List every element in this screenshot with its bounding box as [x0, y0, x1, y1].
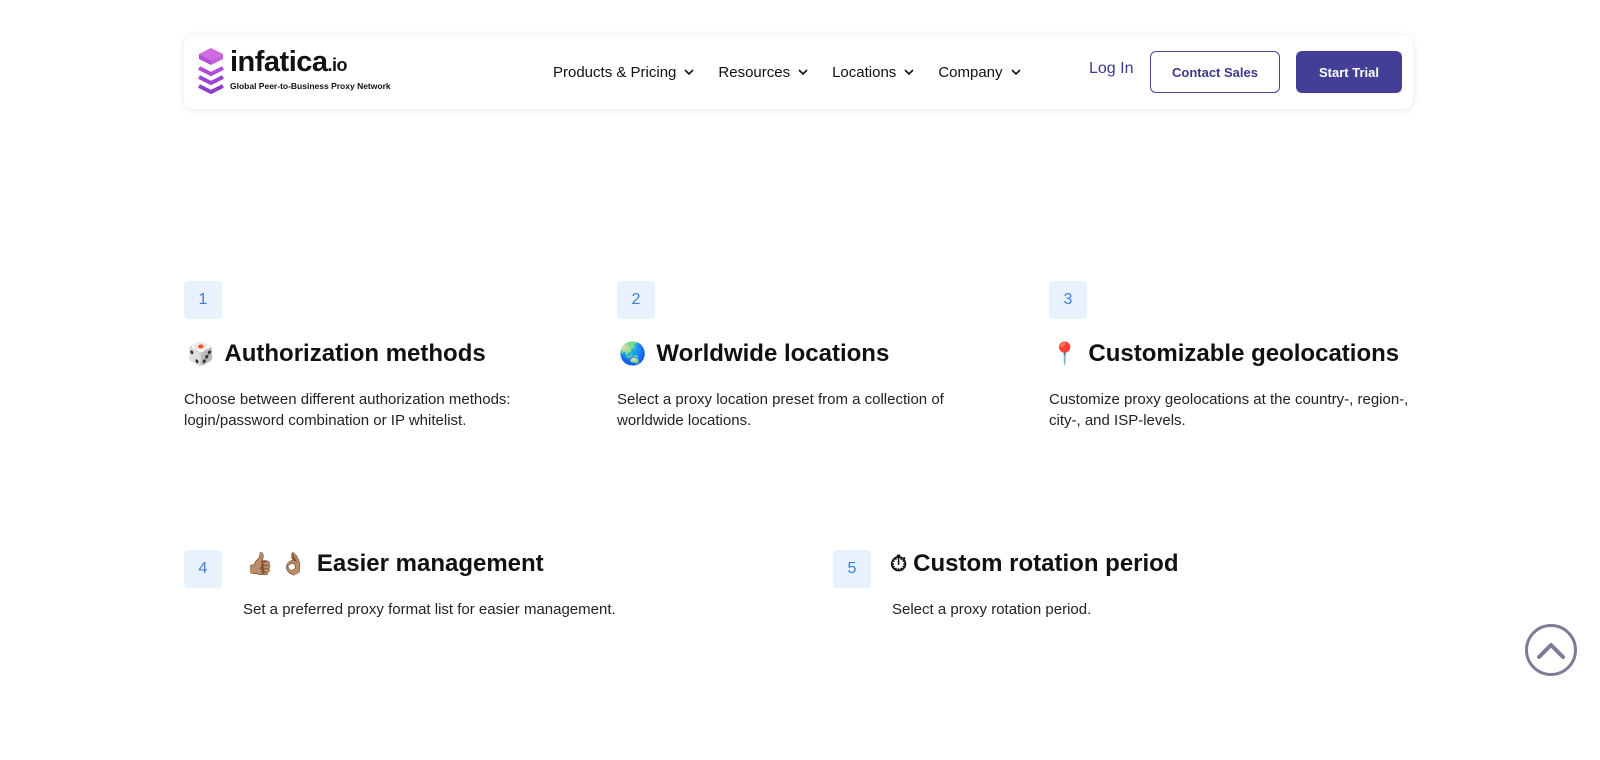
brand-logo[interactable]: infatica.io Global Peer-to-Business Prox… [198, 47, 391, 97]
nav-item-label: Products & Pricing [553, 63, 677, 81]
top-navbar: infatica.io Global Peer-to-Business Prox… [184, 35, 1413, 109]
logo-stack-icon [198, 48, 224, 94]
feature-description: Select a proxy location preset from a co… [617, 391, 944, 429]
brand-tld: .io [327, 55, 348, 75]
feature-description: Customize proxy geolocations at the coun… [1049, 391, 1409, 429]
chevron-down-icon [684, 69, 694, 76]
contact-sales-button[interactable]: Contact Sales [1150, 51, 1280, 93]
step-number-badge: 5 [833, 550, 871, 588]
feature-title-authorization: 🎲 Authorization methods [187, 340, 486, 368]
nav-item-label: Resources [718, 63, 791, 81]
nav-item-label: Locations [832, 63, 897, 81]
login-link[interactable]: Log In [1089, 60, 1133, 78]
nav-item-products-pricing[interactable]: Products & Pricing [553, 64, 694, 81]
step-number-badge: 4 [184, 550, 222, 588]
thumbs-up-ok-icon: 👍🏽 👌🏽 [246, 551, 307, 576]
feature-description: Set a preferred proxy format list for ea… [243, 601, 616, 618]
feature-title-worldwide: 🌏 Worldwide locations [619, 340, 889, 368]
step-number-badge: 3 [1049, 281, 1087, 319]
pin-icon: 📍 [1051, 341, 1079, 366]
feature-title-text: Custom rotation period [913, 550, 1179, 577]
chevron-up-icon [1537, 643, 1565, 659]
nav-item-locations[interactable]: Locations [832, 64, 914, 81]
feature-title-geolocations: 📍 Customizable geolocations [1051, 340, 1399, 368]
feature-title-management: 👍🏽 👌🏽 Easier management [246, 550, 544, 578]
start-trial-button[interactable]: Start Trial [1296, 51, 1402, 93]
nav-item-label: Company [938, 63, 1003, 81]
feature-title-text: Authorization methods [224, 340, 486, 367]
main-nav: Products & Pricing Resources Locations C… [553, 35, 1045, 109]
nav-item-resources[interactable]: Resources [718, 64, 808, 81]
scroll-to-top-button[interactable] [1525, 624, 1577, 676]
dice-icon: 🎲 [187, 341, 215, 366]
feature-title-text: Worldwide locations [656, 340, 890, 367]
step-number-badge: 1 [184, 281, 222, 319]
brand-tagline: Global Peer-to-Business Proxy Network [230, 81, 391, 91]
chevron-down-icon [904, 69, 914, 76]
globe-icon: 🌏 [619, 341, 647, 366]
feature-description: Choose between different authorization m… [184, 391, 511, 429]
feature-title-text: Easier management [316, 550, 544, 577]
feature-title-text: Customizable geolocations [1088, 340, 1400, 367]
stopwatch-icon: ⏱ [890, 551, 908, 576]
step-number-badge: 2 [617, 281, 655, 319]
feature-title-rotation: ⏱ Custom rotation period [890, 550, 1179, 578]
feature-description: Select a proxy rotation period. [892, 601, 1092, 618]
chevron-down-icon [1010, 69, 1021, 76]
brand-name: infatica [230, 46, 328, 78]
chevron-down-icon [798, 69, 808, 76]
nav-item-company[interactable]: Company [938, 63, 1021, 81]
